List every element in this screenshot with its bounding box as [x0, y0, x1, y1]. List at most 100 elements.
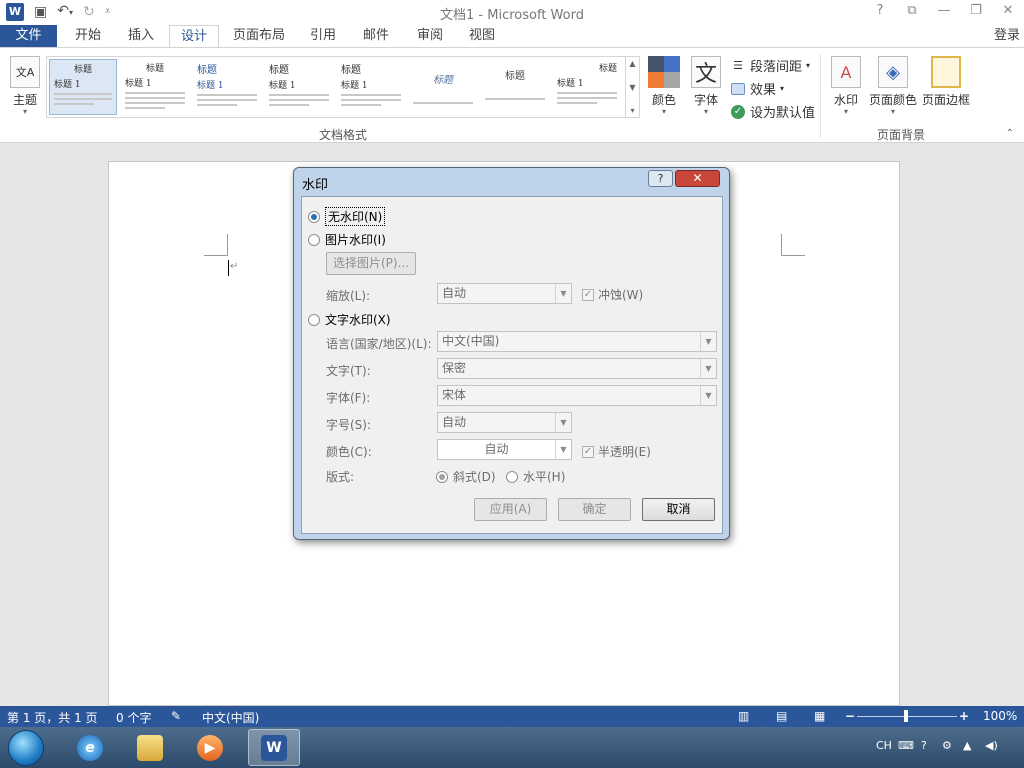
style-set-thumb[interactable]: 标题 标题 1	[553, 59, 621, 115]
page-count[interactable]: 第 1 页，共 1 页	[7, 709, 98, 726]
tab-home[interactable]: 开始	[62, 25, 114, 48]
internet-explorer-icon: e	[77, 734, 103, 761]
ok-button[interactable]: 确定	[558, 498, 631, 521]
taskbar-word[interactable]: W	[248, 729, 300, 766]
semitransparent-checkbox[interactable]: ✓ 半透明(E)	[582, 443, 651, 460]
horizontal-radio[interactable]: 水平(H)	[506, 468, 565, 485]
text-select[interactable]: 保密 ▼	[437, 358, 717, 379]
fonts-icon: 文	[691, 56, 721, 88]
start-button[interactable]	[8, 730, 44, 766]
style-set-thumb[interactable]: 标题 标题 1	[49, 59, 117, 115]
colors-label: 颜色	[651, 93, 676, 107]
watermark-label: 水印	[833, 93, 858, 107]
style-set-thumb[interactable]: 标题	[481, 59, 549, 115]
sign-in-link[interactable]: 登录	[994, 25, 1020, 47]
group-divider	[820, 54, 821, 138]
paragraph-spacing-icon: ☰	[733, 59, 743, 72]
show-hidden-icons-icon[interactable]: ▲	[963, 739, 971, 752]
minimize-button[interactable]: —	[936, 3, 952, 18]
effects-button[interactable]: 效果 ▾	[730, 79, 784, 98]
dialog-close-button[interactable]: ✕	[675, 170, 720, 187]
language-label: 语言(国家/地区)(L):	[326, 337, 432, 351]
style-set-thumb[interactable]: 标题 标题 1	[265, 59, 333, 115]
word-count[interactable]: 0 个字	[116, 709, 151, 726]
gallery-more-icon[interactable]: ▾	[630, 106, 634, 115]
diagonal-radio[interactable]: 斜式(D)	[436, 468, 496, 485]
language-select[interactable]: 中文(中国) ▼	[437, 331, 717, 352]
chevron-down-icon: ▼	[555, 413, 571, 432]
watermark-button[interactable]: A 水印 ▾	[830, 56, 862, 116]
proofing-icon[interactable]: ✎	[171, 709, 181, 723]
page-color-icon: ◈	[878, 56, 908, 88]
zoom-slider-thumb[interactable]	[904, 710, 908, 722]
style-set-thumb[interactable]: 标题 标题 1	[121, 59, 189, 115]
chevron-down-icon: ▾	[780, 84, 785, 93]
style-set-thumb[interactable]: 标题 标题 1	[193, 59, 261, 115]
colors-button[interactable]: 颜色 ▾	[646, 56, 682, 116]
style-set-thumb[interactable]: 标题 标题 1	[337, 59, 405, 115]
read-mode-icon[interactable]: ▥	[738, 709, 749, 723]
close-button[interactable]: ✕	[1000, 3, 1016, 18]
style-set-thumb[interactable]: 标题	[409, 59, 477, 115]
web-layout-icon[interactable]: ▦	[814, 709, 825, 723]
diagonal-label: 斜式(D)	[453, 470, 496, 484]
dialog-help-button[interactable]: ?	[648, 170, 673, 187]
radio-unselected	[506, 470, 518, 483]
apply-button[interactable]: 应用(A)	[474, 498, 547, 521]
no-watermark-radio[interactable]: 无水印(N)	[308, 207, 386, 226]
keyboard-icon[interactable]: ⌨	[898, 739, 914, 752]
input-language[interactable]: CH	[876, 739, 892, 752]
text-watermark-radio[interactable]: 文字水印(X)	[308, 311, 391, 328]
chevron-down-icon[interactable]: ▼	[629, 83, 635, 92]
washout-label: 冲蚀(W)	[598, 288, 644, 302]
font-select[interactable]: 宋体 ▼	[437, 385, 717, 406]
ribbon-display-options-icon[interactable]: ⧉	[904, 3, 920, 18]
help-tray-icon[interactable]: ?	[921, 739, 927, 752]
tab-references[interactable]: 引用	[302, 25, 344, 48]
taskbar-explorer[interactable]	[124, 729, 176, 766]
style-set-gallery: 标题 标题 1 标题 标题 1 标题 标题 1 标题 标题 1 标题 标题 1 …	[46, 56, 640, 118]
set-as-default-button[interactable]: ✓ 设为默认值	[730, 102, 815, 121]
help-icon[interactable]: ?	[872, 3, 888, 18]
gallery-scroll[interactable]: ▲ ▼ ▾	[625, 57, 639, 117]
select-picture-button[interactable]: 选择图片(P)...	[326, 252, 416, 275]
status-bar: 第 1 页，共 1 页 0 个字 ✎ 中文(中国) ▥ ▤ ▦ − + 100%	[0, 706, 1024, 727]
picture-watermark-radio[interactable]: 图片水印(I)	[308, 231, 386, 248]
chevron-up-icon[interactable]: ▲	[629, 59, 635, 68]
input-options-icon[interactable]: ⚙	[942, 739, 952, 752]
paragraph-spacing-label: 段落间距	[750, 60, 803, 75]
page-color-button[interactable]: ◈ 页面颜色 ▾	[867, 56, 919, 116]
page-borders-button[interactable]: 页面边框	[920, 56, 972, 108]
zoom-out-icon[interactable]: −	[845, 709, 855, 723]
taskbar-ie[interactable]: e	[64, 729, 116, 766]
themes-button[interactable]: 文A 主题 ▾	[8, 56, 42, 116]
restore-button[interactable]: ❐	[968, 3, 984, 18]
tab-mailings[interactable]: 邮件	[354, 25, 398, 48]
volume-icon[interactable]: ◀)	[985, 739, 998, 752]
scale-select[interactable]: 自动 ▼	[437, 283, 572, 304]
tab-insert[interactable]: 插入	[116, 25, 166, 48]
color-label: 颜色(C):	[326, 445, 372, 459]
effects-label: 效果	[750, 83, 777, 98]
washout-checkbox[interactable]: ✓ 冲蚀(W)	[582, 286, 643, 303]
chevron-down-icon: ▾	[890, 107, 895, 116]
print-layout-icon[interactable]: ▤	[776, 709, 787, 723]
tab-review[interactable]: 审阅	[408, 25, 452, 48]
tab-design[interactable]: 设计	[169, 25, 219, 49]
page-borders-label: 页面边框	[921, 93, 970, 107]
horizontal-label: 水平(H)	[523, 470, 566, 484]
zoom-level[interactable]: 100%	[983, 709, 1017, 723]
fonts-button[interactable]: 文 字体 ▾	[688, 56, 724, 116]
layout-label: 版式:	[326, 470, 355, 484]
tab-view[interactable]: 视图	[460, 25, 504, 48]
tab-file[interactable]: 文件	[0, 25, 57, 48]
size-select[interactable]: 自动 ▼	[437, 412, 572, 433]
color-select[interactable]: 自动 ▼	[437, 439, 572, 460]
paragraph-spacing-button[interactable]: ☰ 段落间距 ▾	[730, 56, 810, 75]
collapse-ribbon-icon[interactable]: ⌃	[1006, 128, 1014, 139]
taskbar-media-player[interactable]: ▶	[184, 729, 236, 766]
cancel-button[interactable]: 取消	[642, 498, 715, 521]
language-indicator[interactable]: 中文(中国)	[202, 709, 259, 726]
tab-layout[interactable]: 页面布局	[226, 25, 292, 48]
zoom-in-icon[interactable]: +	[959, 709, 969, 723]
